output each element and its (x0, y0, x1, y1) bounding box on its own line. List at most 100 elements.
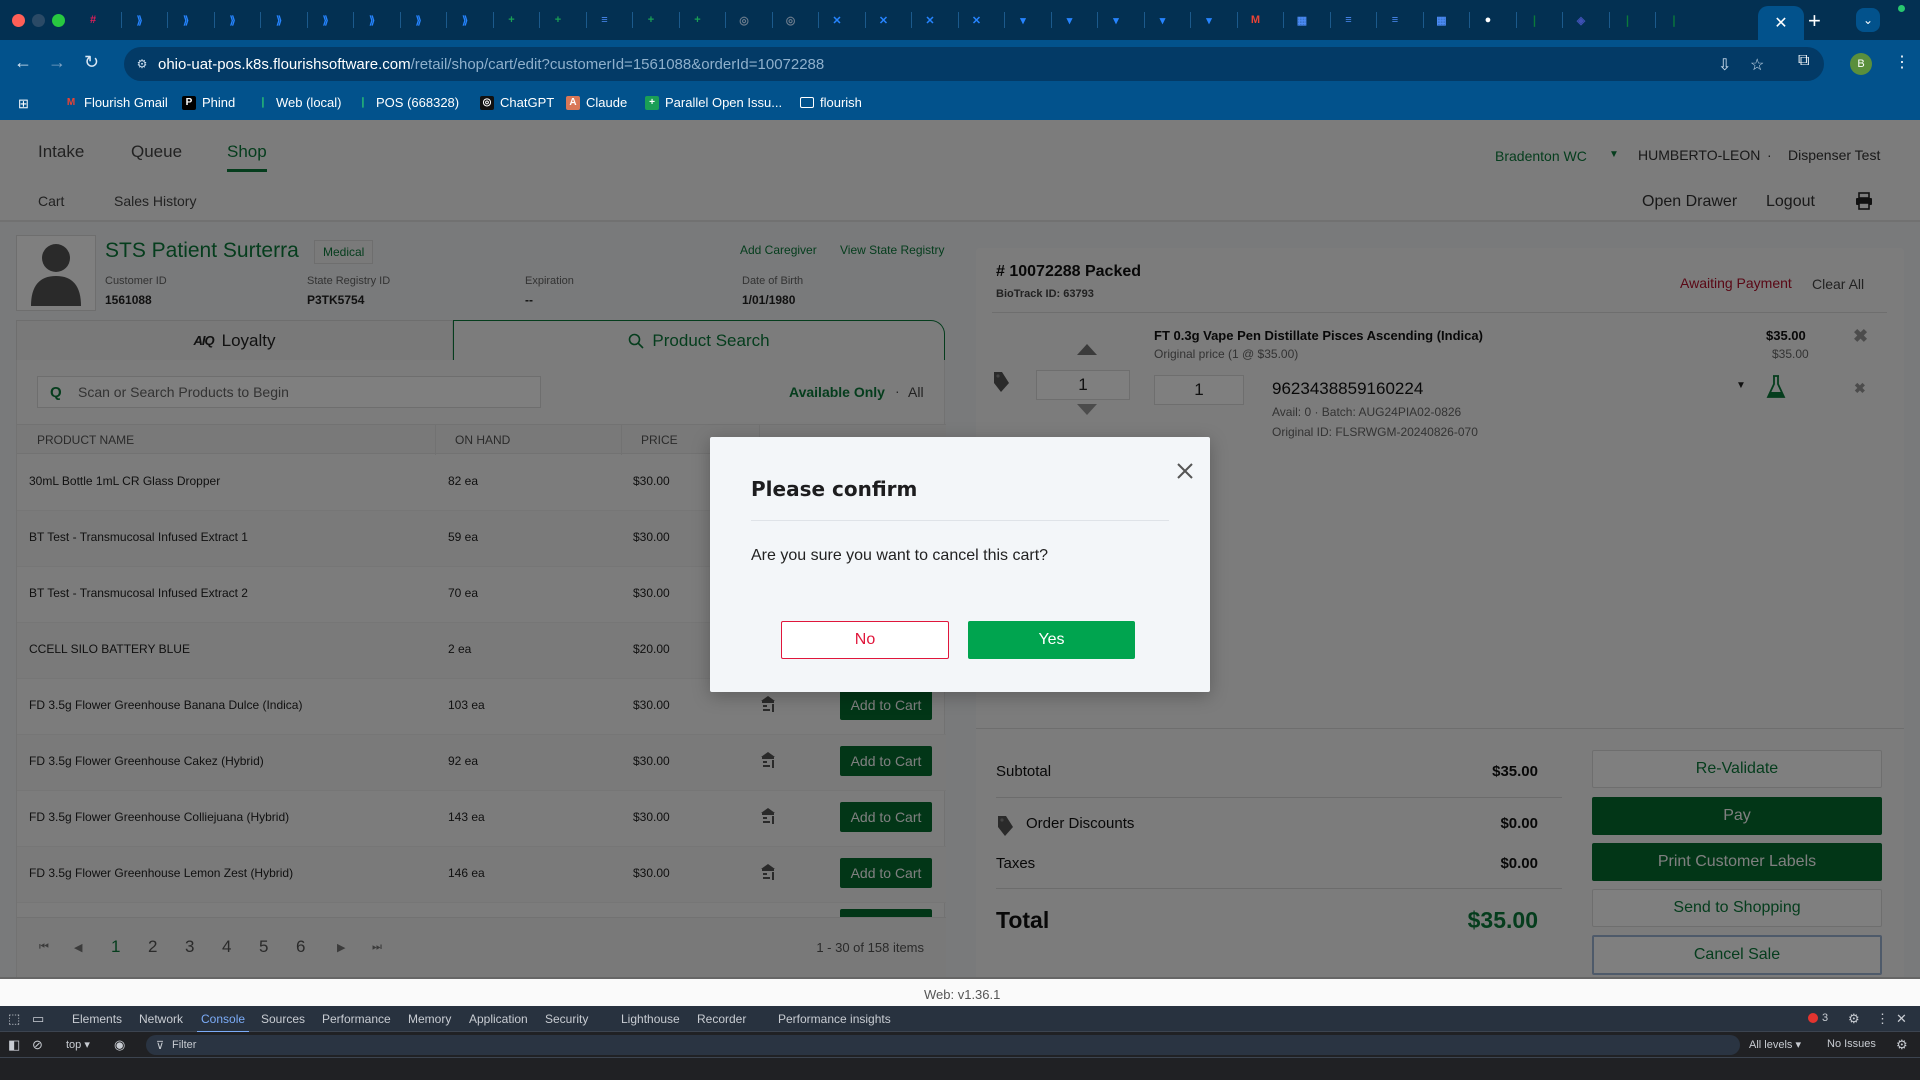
maximize-window-button[interactable] (52, 14, 65, 27)
tab-separator (167, 12, 168, 28)
calendar-icon[interactable]: ▦ (1293, 11, 1311, 29)
calendar-icon[interactable]: ▦ (1433, 11, 1451, 29)
devtools-tab-security[interactable]: Security (545, 1012, 588, 1026)
inspect-element-icon[interactable]: ⬚ (8, 1011, 20, 1027)
back-arrow-icon[interactable]: ← (14, 52, 32, 73)
no-button[interactable]: No (781, 621, 949, 659)
close-icon[interactable] (1175, 461, 1195, 481)
leaf-icon[interactable]: ❘ (1619, 11, 1637, 29)
device-toolbar-icon[interactable]: ▭ (32, 1011, 44, 1027)
devtools-tab-memory[interactable]: Memory (408, 1012, 451, 1026)
confluence-icon[interactable]: ✕ (828, 11, 846, 29)
tab-separator (1236, 12, 1238, 28)
close-devtools-icon[interactable]: ✕ (1896, 1011, 1907, 1027)
devtools-tab-elements[interactable]: Elements (72, 1012, 122, 1026)
tab-separator (818, 12, 819, 28)
bookmark-flourish-gmail[interactable]: M Flourish Gmail (64, 95, 168, 110)
slack-icon[interactable]: # (84, 11, 102, 29)
devtools-tab-performance-insights[interactable]: Performance insights (778, 1012, 891, 1026)
devtools-tab-network[interactable]: Network (139, 1012, 183, 1026)
bitbucket-icon[interactable]: ▾ (1061, 11, 1079, 29)
log-levels-select[interactable]: All levels ▾ (1749, 1038, 1801, 1051)
bitbucket-icon[interactable]: ▾ (1200, 11, 1218, 29)
bookmark-claude[interactable]: A Claude (566, 95, 627, 110)
leaf-icon: ❘ (358, 97, 368, 108)
flourish-icon[interactable]: + (689, 11, 707, 29)
avatar-icon[interactable]: ● (1479, 11, 1497, 29)
flourish-icon[interactable]: + (549, 11, 567, 29)
new-tab-button[interactable]: + (1808, 8, 1821, 34)
extensions-icon[interactable]: ⧉ (1798, 52, 1809, 70)
flourish-icon[interactable]: + (503, 11, 521, 29)
reload-icon[interactable]: ↻ (84, 52, 99, 73)
jira-icon[interactable]: ⟫ (317, 11, 335, 29)
jira-icon[interactable]: ⟫ (131, 11, 149, 29)
install-app-icon[interactable]: ⇩ (1718, 55, 1731, 75)
context-selector[interactable]: top ▾ (66, 1038, 90, 1051)
console-settings-icon[interactable]: ⚙ (1896, 1037, 1908, 1053)
bitbucket-icon[interactable]: ▾ (1014, 11, 1032, 29)
flourish-icon[interactable]: + (642, 11, 660, 29)
devtools-tab-sources[interactable]: Sources (261, 1012, 305, 1026)
close-window-button[interactable] (12, 14, 25, 27)
leaf-icon[interactable]: ❘ (1526, 11, 1544, 29)
devtools-tab-recorder[interactable]: Recorder (697, 1012, 746, 1026)
gmail-icon[interactable]: M (1247, 11, 1265, 29)
url-text[interactable]: ohio-uat-pos.k8s.flourishsoftware.com/re… (158, 56, 824, 73)
bookmark-phind[interactable]: P Phind (182, 95, 235, 110)
devtools-menu-icon[interactable]: ⋮ (1876, 1011, 1889, 1027)
openai-icon[interactable]: ◎ (782, 11, 800, 29)
tab-search-button[interactable]: ⌄ (1856, 8, 1880, 32)
bookmark-pos-668328[interactable]: ❘ POS (668328) (356, 95, 459, 110)
bookmark-chatgpt[interactable]: ◎ ChatGPT (480, 95, 554, 110)
bookmark-flourish[interactable]: flourish (800, 95, 862, 110)
address-bar[interactable]: ⚙ ohio-uat-pos.k8s.flourishsoftware.com/… (124, 47, 1824, 81)
devtools-tab-console[interactable]: Console (196, 1012, 250, 1033)
bitbucket-icon[interactable]: ▾ (1107, 11, 1125, 29)
active-tab[interactable]: ✕ (1758, 6, 1804, 40)
confluence-icon[interactable]: ✕ (968, 11, 986, 29)
error-icon[interactable] (1808, 1013, 1818, 1023)
jira-icon[interactable]: ⟫ (270, 11, 288, 29)
url-path: /retail/shop/cart/edit?customerId=156108… (410, 56, 825, 73)
jira-icon[interactable]: ⟫ (410, 11, 428, 29)
console-filter-input[interactable]: ⊽ Filter (146, 1035, 1740, 1055)
yes-button[interactable]: Yes (968, 621, 1135, 659)
error-count[interactable]: 3 (1822, 1012, 1828, 1024)
bookmark-parallel-open-issu[interactable]: + Parallel Open Issu... (645, 95, 782, 110)
minimize-window-button[interactable] (32, 14, 45, 27)
sidebar-toggle-icon[interactable]: ◧ (8, 1037, 20, 1053)
jira-icon[interactable]: ⟫ (177, 11, 195, 29)
devtools-tab-performance[interactable]: Performance (322, 1012, 391, 1026)
bitbucket-icon[interactable]: ▾ (1154, 11, 1172, 29)
devtools-tab-application[interactable]: Application (469, 1012, 528, 1026)
jira-icon[interactable]: ⟫ (456, 11, 474, 29)
bookmark-star-icon[interactable]: ☆ (1750, 55, 1764, 75)
tab-separator (1608, 12, 1610, 28)
devtools-tab-lighthouse[interactable]: Lighthouse (621, 1012, 680, 1026)
browser-menu-icon[interactable]: ⋮ (1894, 52, 1910, 72)
docs-icon[interactable]: ≡ (1340, 11, 1358, 29)
jira-icon[interactable]: ⟫ (363, 11, 381, 29)
confluence-icon[interactable]: ✕ (875, 11, 893, 29)
live-expression-eye-icon[interactable]: ◉ (114, 1037, 125, 1053)
docs-icon[interactable]: ≡ (596, 11, 614, 29)
leaf-icon[interactable]: ❘ (1665, 11, 1683, 29)
apps-grid-icon[interactable]: ⊞ (18, 96, 29, 112)
site-info-icon[interactable]: ⚙ (132, 54, 152, 74)
app-icon[interactable]: ◈ (1572, 11, 1590, 29)
app-footer: Web: v1.36.1 (0, 977, 1920, 1007)
close-tab-icon[interactable]: ✕ (1774, 13, 1787, 33)
issues-button[interactable]: No Issues (1827, 1038, 1876, 1050)
jira-icon[interactable]: ⟫ (224, 11, 242, 29)
forward-arrow-icon[interactable]: → (48, 52, 66, 73)
docs-icon[interactable]: ≡ (1386, 11, 1404, 29)
sheets-icon: + (645, 95, 659, 110)
confluence-icon[interactable]: ✕ (921, 11, 939, 29)
openai-icon[interactable]: ◎ (735, 11, 753, 29)
clear-console-icon[interactable]: ⊘ (32, 1037, 43, 1053)
settings-gear-icon[interactable]: ⚙ (1848, 1011, 1860, 1027)
bookmark-web-local[interactable]: ❘ Web (local) (256, 95, 342, 110)
profile-avatar[interactable]: B (1850, 53, 1872, 75)
devtools-panel: ⬚ ▭ Elements Network Console Sources Perform… (0, 1006, 1920, 1080)
